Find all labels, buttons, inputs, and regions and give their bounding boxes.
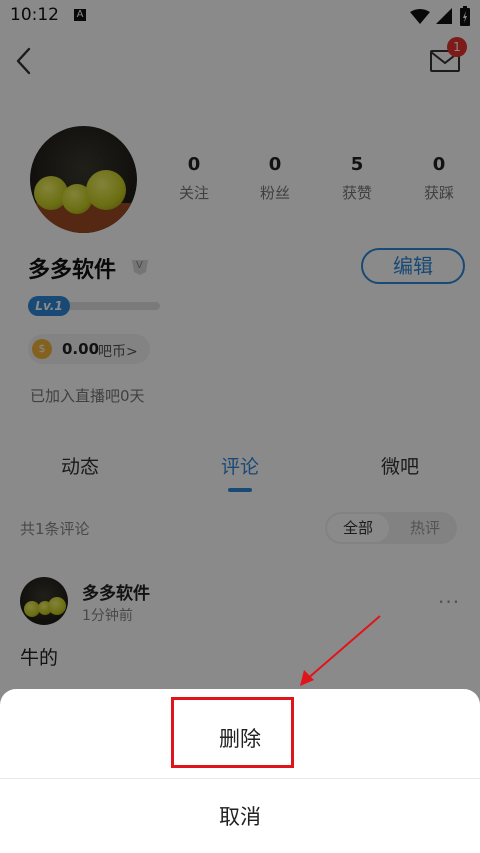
divider: [0, 778, 480, 779]
annotation-highlight-box: [171, 697, 294, 768]
cancel-button[interactable]: 取消: [0, 801, 480, 831]
annotation-arrow-icon: [300, 615, 381, 686]
